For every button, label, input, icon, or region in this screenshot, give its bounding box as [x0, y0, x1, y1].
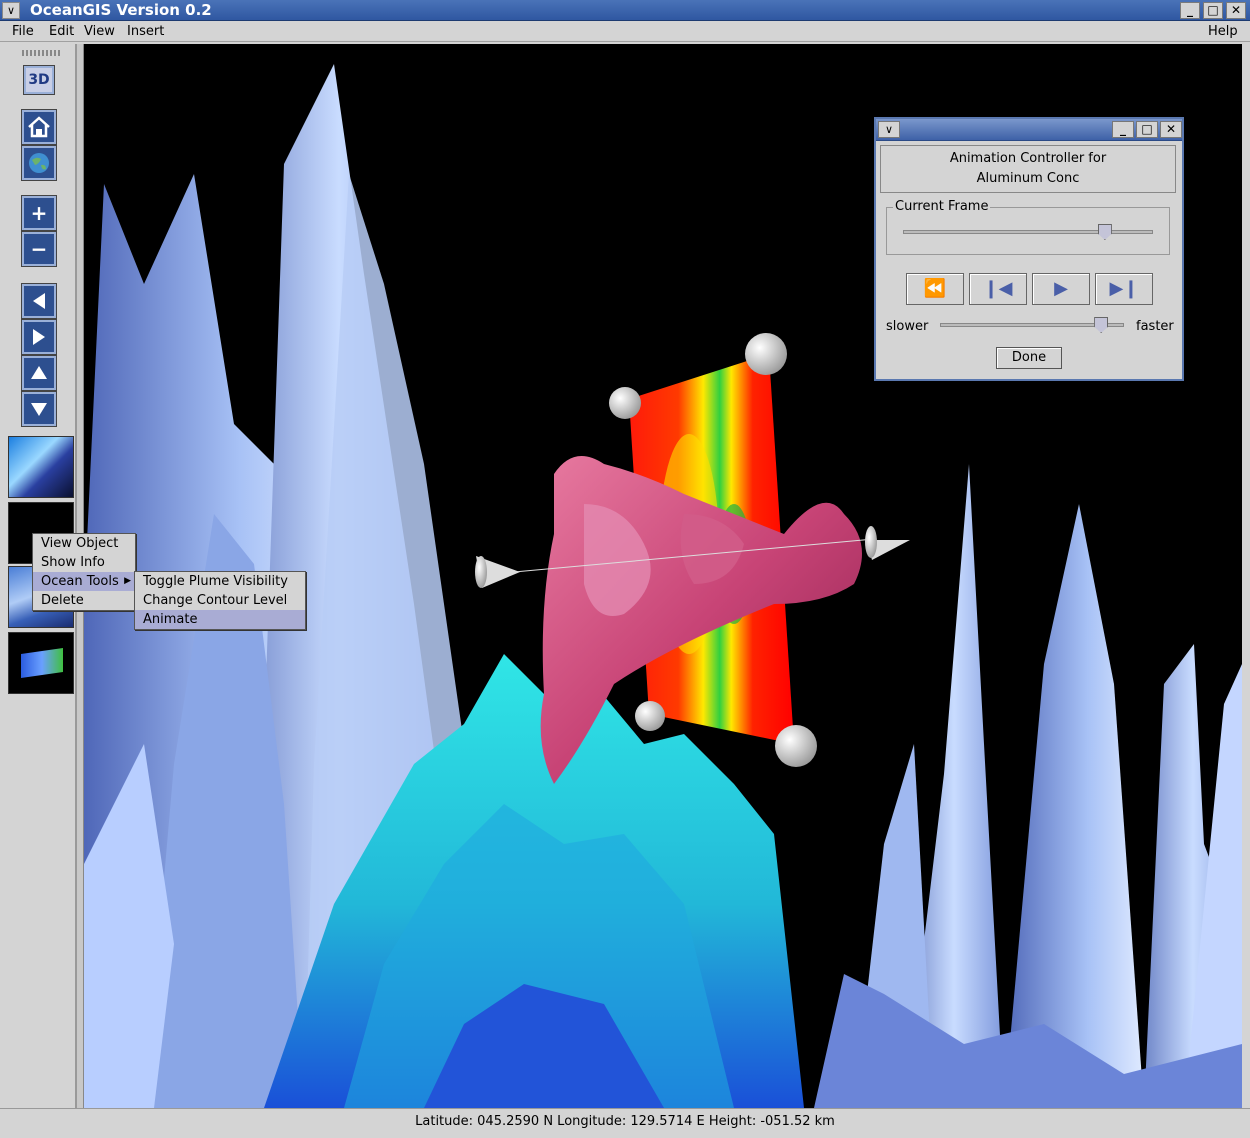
- submenu-arrow-icon: ▶: [124, 576, 131, 586]
- dialog-heading: Animation Controller for Aluminum Conc: [880, 145, 1176, 193]
- step-back-button[interactable]: ❙◀: [969, 273, 1027, 305]
- current-frame-slider[interactable]: [903, 224, 1153, 240]
- play-icon: ▶: [1054, 278, 1068, 299]
- menu-file[interactable]: File: [12, 24, 34, 39]
- globe-button[interactable]: [21, 145, 57, 181]
- minimize-button[interactable]: _: [1180, 2, 1200, 19]
- dialog-heading-line1: Animation Controller for: [949, 151, 1107, 166]
- menu-item-view-object[interactable]: View Object: [33, 534, 135, 553]
- done-button[interactable]: Done: [996, 347, 1062, 369]
- coordinate-readout: Latitude: 045.2590 N Longitude: 129.5714…: [415, 1114, 835, 1129]
- animation-controller-dialog: ∨ _ □ ✕ Animation Controller for Aluminu…: [874, 117, 1184, 381]
- menu-item-ocean-tools-label: Ocean Tools: [41, 574, 119, 589]
- step-forward-button[interactable]: ▶❙: [1095, 273, 1153, 305]
- menu-view[interactable]: View: [84, 24, 115, 39]
- menu-insert[interactable]: Insert: [127, 24, 164, 39]
- pan-down-button[interactable]: [21, 391, 57, 427]
- rewind-button[interactable]: ⏪: [906, 273, 964, 305]
- zoom-out-button[interactable]: −: [21, 231, 57, 267]
- title-bar: ∨ OceanGIS Version 0.2 _ □ ✕: [0, 0, 1250, 21]
- menu-item-show-info[interactable]: Show Info: [33, 553, 135, 572]
- status-bar: Latitude: 045.2590 N Longitude: 129.5714…: [0, 1108, 1250, 1138]
- globe-icon: [29, 153, 49, 173]
- menu-item-ocean-tools[interactable]: Ocean Tools ▶: [33, 572, 135, 591]
- slower-label: slower: [886, 319, 929, 334]
- window-menu-button[interactable]: ∨: [2, 2, 20, 19]
- close-button[interactable]: ✕: [1226, 2, 1246, 19]
- dialog-title-bar[interactable]: ∨ _ □ ✕: [876, 119, 1182, 141]
- menu-help[interactable]: Help: [1208, 24, 1238, 39]
- speed-slider[interactable]: [940, 317, 1124, 333]
- current-frame-slider-thumb[interactable]: [1097, 224, 1112, 240]
- window-title: OceanGIS Version 0.2: [30, 1, 212, 19]
- 3d-view-button[interactable]: 3D: [23, 65, 55, 95]
- pan-right-icon: [33, 329, 45, 345]
- faster-label: faster: [1136, 319, 1174, 334]
- pan-down-icon: [31, 403, 47, 416]
- maximize-button[interactable]: □: [1203, 2, 1223, 19]
- home-button[interactable]: [21, 109, 57, 145]
- current-frame-label: Current Frame: [893, 199, 991, 214]
- current-frame-group: Current Frame: [886, 199, 1170, 255]
- speed-slider-thumb[interactable]: [1094, 317, 1109, 333]
- rewind-icon: ⏪: [923, 278, 947, 299]
- context-menu: View Object Show Info Ocean Tools ▶ Dele…: [32, 533, 136, 611]
- layer-thumbnail-terrain[interactable]: [8, 436, 74, 498]
- menu-edit[interactable]: Edit: [49, 24, 74, 39]
- zoom-in-button[interactable]: +: [21, 195, 57, 231]
- play-button[interactable]: ▶: [1032, 273, 1090, 305]
- home-icon: [28, 116, 50, 138]
- pan-left-icon: [33, 293, 45, 309]
- pan-up-button[interactable]: [21, 355, 57, 391]
- dialog-heading-line2: Aluminum Conc: [976, 171, 1080, 186]
- menu-bar: File Edit View Insert Help: [0, 21, 1250, 42]
- step-forward-icon: ▶❙: [1109, 278, 1139, 299]
- menu-item-delete[interactable]: Delete: [33, 591, 135, 610]
- dialog-maximize-button[interactable]: □: [1136, 121, 1158, 138]
- menu-item-animate[interactable]: Animate: [135, 610, 305, 629]
- pan-up-icon: [31, 366, 47, 379]
- toolbar-grip[interactable]: [22, 50, 62, 56]
- layer-thumbnail-slice[interactable]: [8, 632, 74, 694]
- ocean-tools-submenu: Toggle Plume Visibility Change Contour L…: [134, 571, 306, 630]
- dialog-minimize-button[interactable]: _: [1112, 121, 1134, 138]
- menu-item-change-contour-level[interactable]: Change Contour Level: [135, 591, 305, 610]
- zoom-in-icon: +: [30, 201, 48, 225]
- zoom-out-icon: −: [30, 237, 48, 261]
- dialog-menu-button[interactable]: ∨: [878, 121, 900, 138]
- menu-item-toggle-plume-visibility[interactable]: Toggle Plume Visibility: [135, 572, 305, 591]
- dialog-close-button[interactable]: ✕: [1160, 121, 1182, 138]
- pan-right-button[interactable]: [21, 319, 57, 355]
- pan-left-button[interactable]: [21, 283, 57, 319]
- step-back-icon: ❙◀: [983, 278, 1013, 299]
